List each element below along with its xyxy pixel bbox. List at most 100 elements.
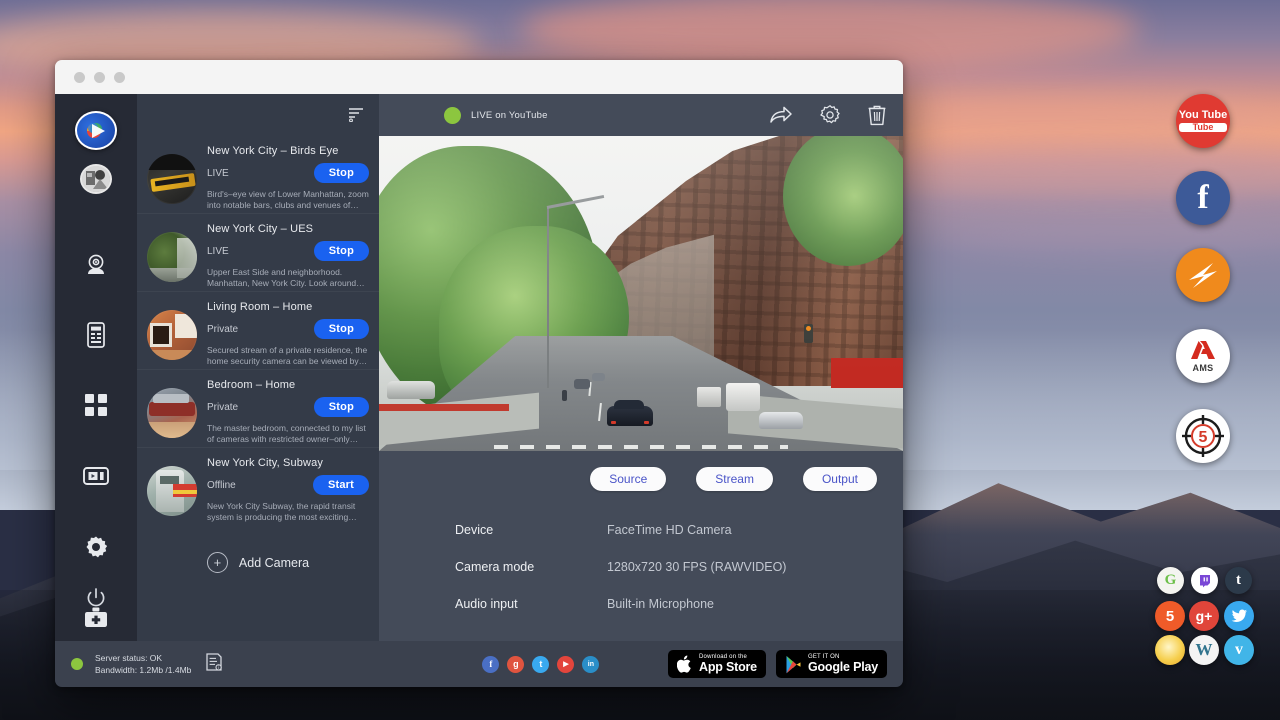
ams-label: AMS: [1190, 364, 1216, 373]
footer-youtube-link[interactable]: ▶: [557, 656, 574, 673]
user-avatar-icon: [82, 165, 110, 193]
facebook-f-glyph: f: [1197, 181, 1208, 215]
window-minimize-button[interactable]: [94, 72, 105, 83]
desktop-icon-twitter[interactable]: [1224, 601, 1254, 631]
sort-button[interactable]: [137, 94, 379, 122]
camera-title: Living Room – Home: [207, 301, 369, 313]
window-close-button[interactable]: [74, 72, 85, 83]
tumblr-glyph: t: [1236, 572, 1241, 589]
camera-info: New York City – UES LIVE Stop Upper East…: [207, 222, 369, 283]
tab-stream[interactable]: Stream: [696, 467, 773, 491]
desktop-icon-facebook[interactable]: f: [1176, 171, 1230, 225]
video-player-icon: [83, 466, 109, 486]
share-button[interactable]: [770, 106, 792, 124]
camera-status: Offline: [207, 480, 236, 491]
google-play-badge[interactable]: GET IT ON Google Play: [776, 650, 887, 678]
camera-list-item[interactable]: New York City – Birds Eye LIVE Stop Bird…: [137, 136, 379, 214]
camera-list-item[interactable]: Bedroom – Home Private Stop The master b…: [137, 370, 379, 448]
desktop-icon-groups[interactable]: G: [1157, 567, 1184, 594]
spec-label: Device: [455, 523, 607, 537]
adobe-a-icon: [1190, 340, 1216, 360]
footer-twitter-link[interactable]: t: [532, 656, 549, 673]
camera-toggle-button[interactable]: Stop: [314, 319, 369, 339]
sidebar-item-power[interactable]: [71, 573, 121, 623]
desktop-icon-google-plus[interactable]: g+: [1189, 601, 1219, 631]
twitter-bird-icon: [1231, 609, 1248, 624]
desktop-icon-twitch[interactable]: [1191, 567, 1218, 594]
camera-status: Private: [207, 324, 238, 335]
camera-list: New York City – Birds Eye LIVE Stop Bird…: [137, 136, 379, 641]
window-titlebar[interactable]: [55, 60, 903, 94]
app-store-big-label: App Store: [699, 661, 757, 674]
sidebar-item-dashboard[interactable]: [71, 382, 121, 428]
camera-info: New York City – Birds Eye LIVE Stop Bird…: [207, 144, 369, 205]
spec-value[interactable]: FaceTime HD Camera: [607, 523, 732, 537]
delete-button[interactable]: [868, 105, 886, 126]
desktop-icon-youtube[interactable]: You Tube Tube: [1176, 94, 1230, 148]
add-camera-label: Add Camera: [239, 556, 309, 570]
live-status-dot: [444, 107, 461, 124]
broadcast-status-label: LIVE on YouTube: [471, 110, 548, 121]
tab-output[interactable]: Output: [803, 467, 877, 491]
app-store-text: Download on the App Store: [699, 654, 757, 673]
store-badges: Download on the App Store GET IT ON Goog…: [668, 650, 887, 678]
desktop-icon-livestream-target[interactable]: 5: [1176, 409, 1230, 463]
settings-button[interactable]: [820, 105, 840, 125]
sidebar-item-device[interactable]: [71, 312, 121, 358]
footer-google-plus-link[interactable]: g: [507, 656, 524, 673]
tab-source[interactable]: Source: [590, 467, 666, 491]
youtube-label-you: You Tube: [1179, 110, 1227, 121]
target-crosshair-icon: 5: [1180, 413, 1226, 459]
server-status-dot: [71, 658, 83, 670]
mobile-device-icon: [85, 322, 107, 348]
camera-title: New York City – Birds Eye: [207, 145, 369, 157]
desktop-icon-tumblr[interactable]: t: [1225, 567, 1252, 594]
camera-list-toolbar: [137, 94, 379, 136]
window-maximize-button[interactable]: [114, 72, 125, 83]
spec-label: Camera mode: [455, 560, 607, 574]
status-bar: Server status: OK Bandwidth: 1.2Mb /1.4M…: [55, 641, 903, 687]
camera-toggle-button[interactable]: Stop: [314, 397, 369, 417]
camera-description: Secured stream of a private residence, t…: [207, 345, 369, 368]
sidebar-item-settings[interactable]: [71, 524, 121, 570]
desktop-icon-adobe-ams[interactable]: AMS: [1176, 329, 1230, 383]
sidebar-item-cameras[interactable]: [71, 242, 121, 288]
webcam-icon: [84, 253, 108, 277]
play-triangle-icon: [785, 655, 802, 674]
desktop-icon-sun[interactable]: [1155, 635, 1185, 665]
facebook-glyph: f: [489, 659, 492, 669]
desktop-icon-wowza[interactable]: [1176, 248, 1230, 302]
youtube-glyph: ▶: [563, 660, 568, 668]
server-status-text: Server status: OK Bandwidth: 1.2Mb /1.4M…: [95, 652, 191, 677]
video-preview[interactable]: [379, 136, 903, 451]
camera-toggle-button[interactable]: Stop: [314, 163, 369, 183]
desktop-icon-vimeo[interactable]: v: [1224, 635, 1254, 665]
spec-row-camera-mode: Camera mode 1280x720 30 FPS (RAWVIDEO): [455, 560, 903, 574]
add-camera-button[interactable]: + Add Camera: [137, 526, 379, 573]
camera-status: LIVE: [207, 246, 229, 257]
spec-value[interactable]: 1280x720 30 FPS (RAWVIDEO): [607, 560, 786, 574]
camera-toggle-button[interactable]: Stop: [314, 241, 369, 261]
app-store-badge[interactable]: Download on the App Store: [668, 650, 766, 678]
camera-toggle-button[interactable]: Start: [313, 475, 369, 495]
footer-facebook-link[interactable]: f: [482, 656, 499, 673]
camera-list-item[interactable]: New York City – UES LIVE Stop Upper East…: [137, 214, 379, 292]
camera-status: Private: [207, 402, 238, 413]
sidebar-item-account[interactable]: [80, 164, 112, 194]
svg-text:i: i: [218, 665, 219, 670]
sidebar-item-logo[interactable]: [75, 111, 117, 150]
sidebar-item-player[interactable]: [71, 452, 121, 498]
sort-list-icon: [348, 107, 365, 122]
app-window: New York City – Birds Eye LIVE Stop Bird…: [55, 60, 903, 687]
log-button[interactable]: i: [206, 653, 222, 676]
camera-title: New York City – UES: [207, 223, 369, 235]
camera-title: Bedroom – Home: [207, 379, 369, 391]
camera-list-item[interactable]: New York City, Subway Offline Start New …: [137, 448, 379, 526]
camera-list-item[interactable]: Living Room – Home Private Stop Secured …: [137, 292, 379, 370]
grid-icon: [85, 394, 107, 416]
desktop-icon-livestream[interactable]: 5: [1155, 601, 1185, 631]
gear-icon: [85, 536, 107, 558]
footer-linkedin-link[interactable]: in: [582, 656, 599, 673]
spec-value[interactable]: Built-in Microphone: [607, 597, 714, 611]
desktop-icon-wordpress[interactable]: W: [1189, 635, 1219, 665]
